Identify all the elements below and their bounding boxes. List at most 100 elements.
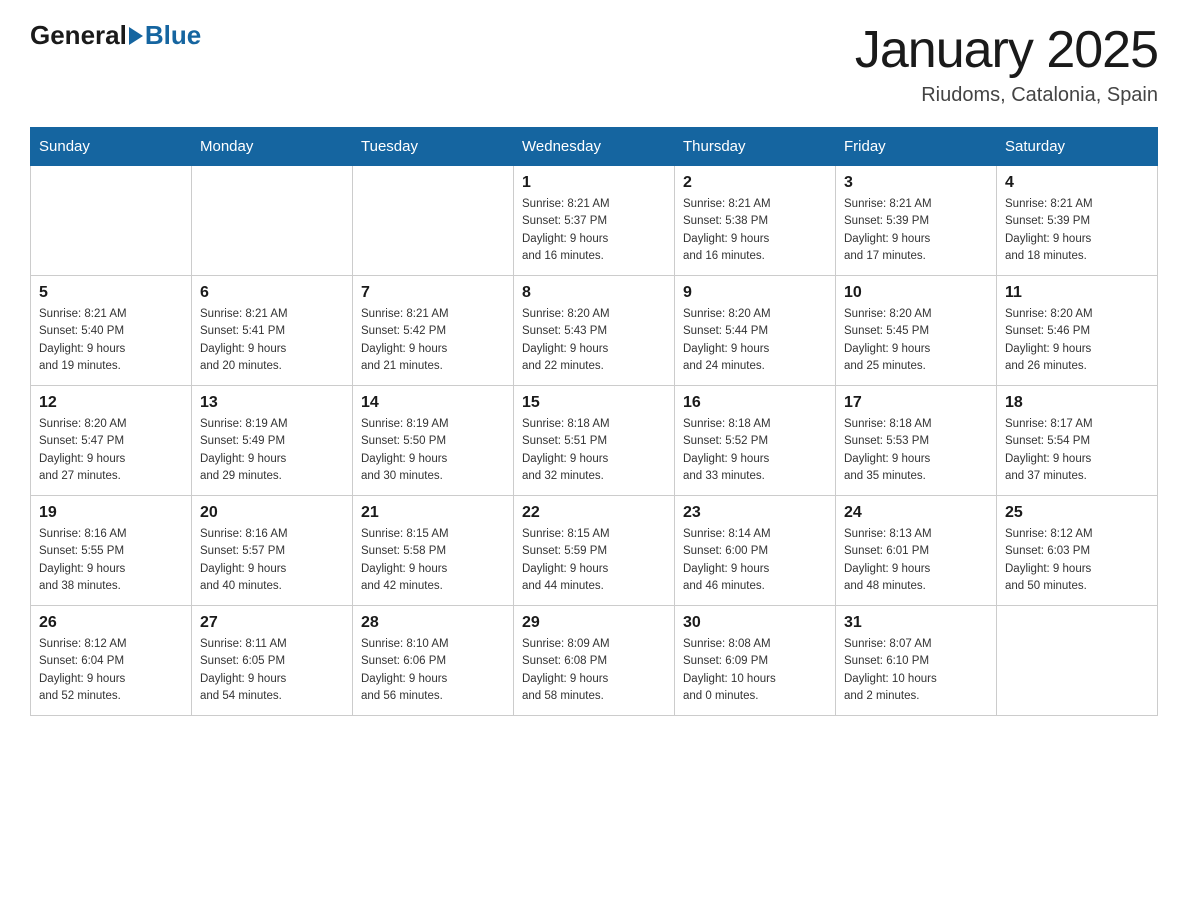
day-info: Sunrise: 8:07 AM Sunset: 6:10 PM Dayligh… — [844, 636, 988, 705]
calendar-body: 1 Sunrise: 8:21 AM Sunset: 5:37 PM Daylig… — [31, 166, 1158, 716]
day-number: 30 — [683, 614, 827, 632]
logo-blue-text: Blue — [145, 20, 201, 51]
day-number: 31 — [844, 614, 988, 632]
day-number: 17 — [844, 394, 988, 412]
day-cell: 8Sunrise: 8:20 AM Sunset: 5:43 PM Daylig… — [514, 276, 675, 386]
day-cell: 4 Sunrise: 8:21 AM Sunset: 5:39 PM Daylig… — [997, 166, 1158, 276]
day-number: 19 — [39, 504, 183, 522]
day-number: 20 — [200, 504, 344, 522]
day-number: 1 — [522, 174, 666, 192]
day-cell: 16Sunrise: 8:18 AM Sunset: 5:52 PM Dayli… — [675, 386, 836, 496]
day-cell: 25Sunrise: 8:12 AM Sunset: 6:03 PM Dayli… — [997, 496, 1158, 606]
day-number: 21 — [361, 504, 505, 522]
day-info: Sunrise: 8:20 AM Sunset: 5:45 PM Dayligh… — [844, 306, 988, 375]
title-block: January 2025 Riudoms, Catalonia, Spain — [855, 20, 1158, 107]
week-row-0: 1 Sunrise: 8:21 AM Sunset: 5:37 PM Daylig… — [31, 166, 1158, 276]
day-cell: 12 Sunrise: 8:20 AM Sunset: 5:47 PM Dayli… — [31, 386, 192, 496]
day-cell: 29 Sunrise: 8:09 AM Sunset: 6:08 PM Dayli… — [514, 606, 675, 716]
day-cell: 13 Sunrise: 8:19 AM Sunset: 5:49 PM Dayli… — [192, 386, 353, 496]
day-cell: 31 Sunrise: 8:07 AM Sunset: 6:10 PM Dayli… — [836, 606, 997, 716]
day-info: Sunrise: 8:21 AM Sunset: 5:41 PM Dayligh… — [200, 306, 344, 375]
day-info: Sunrise: 8:19 AM Sunset: 5:50 PM Dayligh… — [361, 416, 505, 485]
page-header: General Blue January 2025 Riudoms, Catal… — [30, 20, 1158, 107]
day-cell: 3 Sunrise: 8:21 AM Sunset: 5:39 PM Daylig… — [836, 166, 997, 276]
day-number: 26 — [39, 614, 183, 632]
day-info: Sunrise: 8:11 AM Sunset: 6:05 PM Dayligh… — [200, 636, 344, 705]
day-number: 25 — [1005, 504, 1149, 522]
header-cell-friday: Friday — [836, 128, 997, 166]
calendar-header: SundayMondayTuesdayWednesdayThursdayFrid… — [31, 128, 1158, 166]
logo-arrow-icon — [129, 27, 143, 45]
day-cell: 9Sunrise: 8:20 AM Sunset: 5:44 PM Daylig… — [675, 276, 836, 386]
day-number: 27 — [200, 614, 344, 632]
day-cell: 18 Sunrise: 8:17 AM Sunset: 5:54 PM Dayli… — [997, 386, 1158, 496]
day-info: Sunrise: 8:21 AM Sunset: 5:37 PM Dayligh… — [522, 196, 666, 265]
header-cell-wednesday: Wednesday — [514, 128, 675, 166]
day-number: 5 — [39, 284, 183, 302]
day-cell: 5 Sunrise: 8:21 AM Sunset: 5:40 PM Daylig… — [31, 276, 192, 386]
day-number: 6 — [200, 284, 344, 302]
day-info: Sunrise: 8:14 AM Sunset: 6:00 PM Dayligh… — [683, 526, 827, 595]
day-cell: 24 Sunrise: 8:13 AM Sunset: 6:01 PM Dayli… — [836, 496, 997, 606]
week-row-3: 19Sunrise: 8:16 AM Sunset: 5:55 PM Dayli… — [31, 496, 1158, 606]
day-number: 23 — [683, 504, 827, 522]
day-info: Sunrise: 8:21 AM Sunset: 5:40 PM Dayligh… — [39, 306, 183, 375]
day-number: 18 — [1005, 394, 1149, 412]
day-info: Sunrise: 8:21 AM Sunset: 5:38 PM Dayligh… — [683, 196, 827, 265]
day-info: Sunrise: 8:21 AM Sunset: 5:39 PM Dayligh… — [844, 196, 988, 265]
day-number: 24 — [844, 504, 988, 522]
day-info: Sunrise: 8:08 AM Sunset: 6:09 PM Dayligh… — [683, 636, 827, 705]
day-number: 3 — [844, 174, 988, 192]
week-row-2: 12 Sunrise: 8:20 AM Sunset: 5:47 PM Dayli… — [31, 386, 1158, 496]
day-info: Sunrise: 8:10 AM Sunset: 6:06 PM Dayligh… — [361, 636, 505, 705]
day-number: 8 — [522, 284, 666, 302]
day-info: Sunrise: 8:12 AM Sunset: 6:04 PM Dayligh… — [39, 636, 183, 705]
day-number: 29 — [522, 614, 666, 632]
logo-general-text: General — [30, 20, 127, 51]
day-cell: 22 Sunrise: 8:15 AM Sunset: 5:59 PM Dayli… — [514, 496, 675, 606]
day-cell: 2 Sunrise: 8:21 AM Sunset: 5:38 PM Daylig… — [675, 166, 836, 276]
week-row-1: 5 Sunrise: 8:21 AM Sunset: 5:40 PM Daylig… — [31, 276, 1158, 386]
day-cell — [997, 606, 1158, 716]
day-number: 9 — [683, 284, 827, 302]
day-info: Sunrise: 8:21 AM Sunset: 5:39 PM Dayligh… — [1005, 196, 1149, 265]
calendar-table: SundayMondayTuesdayWednesdayThursdayFrid… — [30, 127, 1158, 716]
day-cell: 1 Sunrise: 8:21 AM Sunset: 5:37 PM Daylig… — [514, 166, 675, 276]
day-info: Sunrise: 8:20 AM Sunset: 5:47 PM Dayligh… — [39, 416, 183, 485]
day-cell: 27 Sunrise: 8:11 AM Sunset: 6:05 PM Dayli… — [192, 606, 353, 716]
day-info: Sunrise: 8:15 AM Sunset: 5:58 PM Dayligh… — [361, 526, 505, 595]
day-info: Sunrise: 8:17 AM Sunset: 5:54 PM Dayligh… — [1005, 416, 1149, 485]
day-info: Sunrise: 8:19 AM Sunset: 5:49 PM Dayligh… — [200, 416, 344, 485]
day-info: Sunrise: 8:20 AM Sunset: 5:46 PM Dayligh… — [1005, 306, 1149, 375]
day-info: Sunrise: 8:15 AM Sunset: 5:59 PM Dayligh… — [522, 526, 666, 595]
day-cell: 11Sunrise: 8:20 AM Sunset: 5:46 PM Dayli… — [997, 276, 1158, 386]
day-info: Sunrise: 8:18 AM Sunset: 5:53 PM Dayligh… — [844, 416, 988, 485]
day-number: 14 — [361, 394, 505, 412]
day-number: 7 — [361, 284, 505, 302]
day-info: Sunrise: 8:18 AM Sunset: 5:51 PM Dayligh… — [522, 416, 666, 485]
header-cell-tuesday: Tuesday — [353, 128, 514, 166]
day-cell: 6 Sunrise: 8:21 AM Sunset: 5:41 PM Daylig… — [192, 276, 353, 386]
day-cell: 17 Sunrise: 8:18 AM Sunset: 5:53 PM Dayli… — [836, 386, 997, 496]
day-number: 13 — [200, 394, 344, 412]
day-number: 4 — [1005, 174, 1149, 192]
day-info: Sunrise: 8:13 AM Sunset: 6:01 PM Dayligh… — [844, 526, 988, 595]
day-cell: 28 Sunrise: 8:10 AM Sunset: 6:06 PM Dayli… — [353, 606, 514, 716]
day-cell: 26 Sunrise: 8:12 AM Sunset: 6:04 PM Dayli… — [31, 606, 192, 716]
day-number: 10 — [844, 284, 988, 302]
day-number: 22 — [522, 504, 666, 522]
day-cell: 19Sunrise: 8:16 AM Sunset: 5:55 PM Dayli… — [31, 496, 192, 606]
header-cell-monday: Monday — [192, 128, 353, 166]
day-cell: 21 Sunrise: 8:15 AM Sunset: 5:58 PM Dayli… — [353, 496, 514, 606]
day-number: 12 — [39, 394, 183, 412]
header-cell-thursday: Thursday — [675, 128, 836, 166]
day-info: Sunrise: 8:16 AM Sunset: 5:57 PM Dayligh… — [200, 526, 344, 595]
day-cell: 20 Sunrise: 8:16 AM Sunset: 5:57 PM Dayli… — [192, 496, 353, 606]
day-info: Sunrise: 8:09 AM Sunset: 6:08 PM Dayligh… — [522, 636, 666, 705]
day-number: 15 — [522, 394, 666, 412]
day-number: 28 — [361, 614, 505, 632]
header-row: SundayMondayTuesdayWednesdayThursdayFrid… — [31, 128, 1158, 166]
day-number: 2 — [683, 174, 827, 192]
logo: General Blue — [30, 20, 201, 51]
day-cell — [31, 166, 192, 276]
